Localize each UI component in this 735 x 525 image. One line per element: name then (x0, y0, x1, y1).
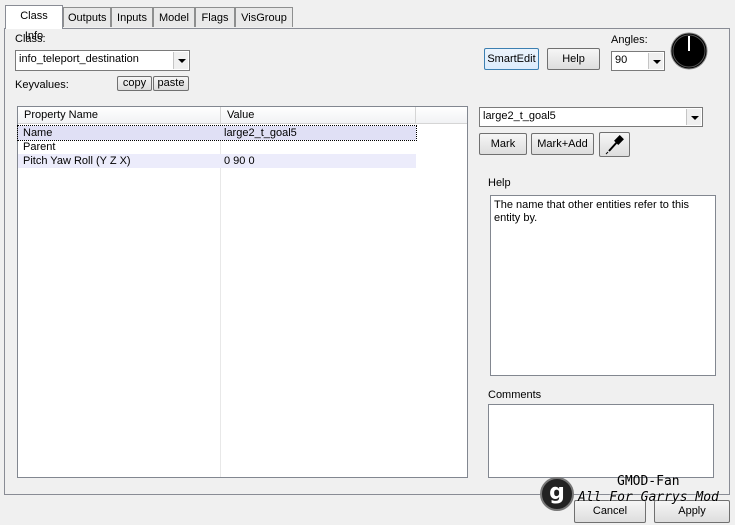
tab-inputs[interactable]: Inputs (111, 7, 153, 27)
comments-textbox[interactable] (488, 404, 714, 478)
table-row[interactable]: Parent (18, 140, 416, 154)
property-value-cell: large2_t_goal5 (224, 127, 297, 139)
target-name-value: large2_t_goal5 (483, 110, 556, 122)
keyvalues-table: Property Name Value Name large2_t_goal5 … (17, 106, 468, 478)
column-header-empty (416, 107, 467, 124)
help-button[interactable]: Help (547, 48, 600, 70)
chevron-down-icon[interactable] (686, 109, 701, 125)
watermark-text-line2: All For Garrys Mod (578, 490, 719, 505)
help-text: The name that other entities refer to th… (494, 199, 690, 224)
table-row[interactable]: Pitch Yaw Roll (Y Z X) 0 90 0 (18, 154, 416, 168)
class-combo-value: info_teleport_destination (19, 53, 139, 65)
smartedit-button[interactable]: SmartEdit (484, 48, 539, 70)
property-name-cell: Pitch Yaw Roll (Y Z X) (23, 155, 131, 167)
class-label: Class: (15, 33, 46, 45)
watermark-text-line1: GMOD-Fan (617, 474, 680, 489)
paste-button[interactable]: paste (153, 76, 189, 91)
target-name-combo[interactable]: large2_t_goal5 (479, 107, 703, 127)
help-textbox[interactable]: The name that other entities refer to th… (490, 195, 716, 376)
mark-button[interactable]: Mark (479, 133, 527, 155)
help-group-label: Help (488, 177, 511, 189)
tab-class-info[interactable]: Class Info (5, 5, 63, 42)
tab-outputs[interactable]: Outputs (63, 7, 111, 27)
column-header-value[interactable]: Value (221, 107, 416, 124)
column-header-property-name[interactable]: Property Name (18, 107, 221, 124)
watermark-logo: g (540, 477, 574, 511)
property-value-cell: 0 90 0 (224, 155, 255, 167)
angle-dial-icon[interactable] (670, 32, 710, 72)
eyedropper-icon (605, 135, 624, 155)
column-divider (220, 124, 221, 477)
chevron-down-icon[interactable] (173, 52, 188, 69)
table-row[interactable]: Name large2_t_goal5 (17, 125, 417, 141)
mark-add-button[interactable]: Mark+Add (531, 133, 594, 155)
tab-visgroup[interactable]: VisGroup (235, 7, 293, 27)
comments-label: Comments (488, 389, 542, 401)
property-name-cell: Name (23, 127, 53, 139)
tab-flags[interactable]: Flags (195, 7, 235, 27)
chevron-down-icon[interactable] (648, 53, 663, 69)
class-combo[interactable]: info_teleport_destination (15, 50, 190, 71)
tab-model[interactable]: Model (153, 7, 195, 27)
angles-combo[interactable]: 90 (611, 51, 665, 71)
keyvalues-label: Keyvalues: (15, 79, 69, 91)
angles-label: Angles: (611, 34, 648, 46)
eyedropper-button[interactable] (599, 132, 630, 157)
property-name-cell: Parent (23, 141, 56, 153)
copy-button[interactable]: copy (117, 76, 152, 91)
watermark-logo-letter: g (549, 480, 565, 505)
angles-combo-value: 90 (615, 54, 628, 66)
